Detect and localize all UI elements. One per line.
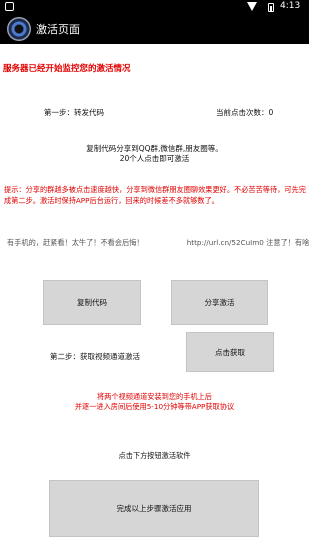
click-count-label: 当前点击次数：: [216, 108, 269, 117]
wifi-icon: [247, 2, 257, 14]
share-text-preview: 有手机的，赶紧看！太牛了！不看会后悔！ http://url.cn/52CuIm…: [0, 236, 309, 250]
bottom-hint: 点击下方按钮激活软件: [118, 451, 191, 460]
app-bar: 激活页面: [0, 14, 309, 44]
step1-label: 第一步：转发代码: [44, 108, 104, 117]
battery-icon: [268, 3, 274, 12]
install-note-line1: 将两个视频通道安装到您的手机上后: [96, 392, 212, 401]
tip-text: 提示：分享的群越多被点击速度越快，分享到微信群朋友圈聊效果更好。不必苦苦等待，可…: [4, 185, 306, 205]
status-bar: 4:13: [0, 0, 309, 14]
notification-icon: [5, 2, 14, 11]
status-time: 4:13: [280, 1, 301, 11]
server-notice: 服务器已经开始监控您的激活情况: [3, 64, 131, 74]
share-text-content: 有手机的，赶紧看！太牛了！不看会后悔！ http://url.cn/52CuIm…: [7, 238, 309, 247]
click-get-button[interactable]: 点击获取: [186, 332, 274, 372]
step2-label: 第二步：获取视频通道激活: [50, 352, 140, 361]
click-count-value: 0: [268, 108, 274, 117]
page-title: 激活页面: [36, 23, 80, 36]
camera-lens-icon: [7, 17, 31, 41]
share-activate-button[interactable]: 分享激活: [171, 280, 268, 325]
click-count: 当前点击次数：0: [216, 107, 273, 118]
install-note-line2: 并逐一进入房间后使用5-10分钟等带APP获取协议: [74, 402, 235, 411]
activation-requirement: 20个人点击即可激活: [119, 154, 190, 163]
copy-code-button[interactable]: 复制代码: [43, 280, 141, 325]
complete-activation-button[interactable]: 完成以上步骤激活应用: [49, 480, 259, 537]
